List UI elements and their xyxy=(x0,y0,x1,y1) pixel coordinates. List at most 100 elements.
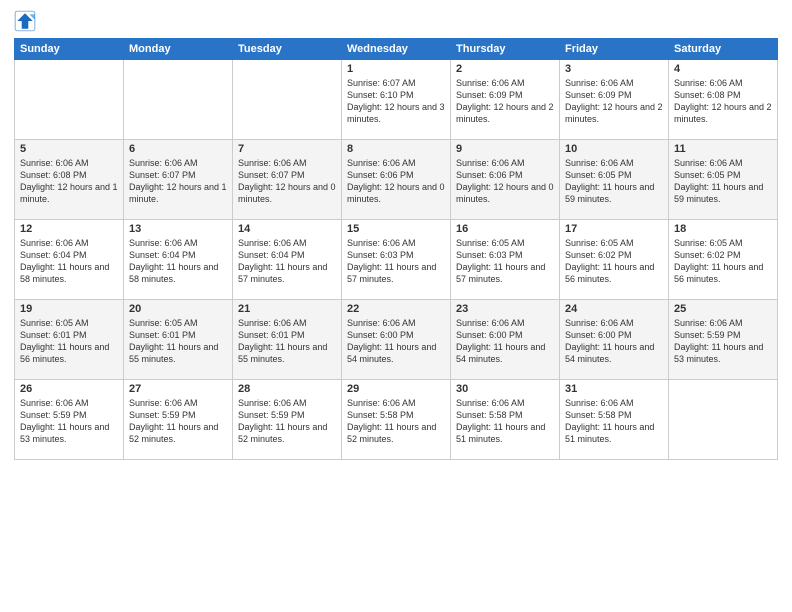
weekday-monday: Monday xyxy=(124,39,233,60)
weekday-saturday: Saturday xyxy=(669,39,778,60)
day-number: 27 xyxy=(129,383,227,395)
day-number: 15 xyxy=(347,223,445,235)
calendar-cell xyxy=(669,380,778,460)
calendar-cell: 28 Sunrise: 6:06 AM Sunset: 5:59 PM Dayli… xyxy=(233,380,342,460)
day-number: 12 xyxy=(20,223,118,235)
day-info: Sunrise: 6:05 AM Sunset: 6:01 PM Dayligh… xyxy=(129,317,227,366)
day-number: 25 xyxy=(674,303,772,315)
day-number: 9 xyxy=(456,143,554,155)
day-info: Sunrise: 6:06 AM Sunset: 5:59 PM Dayligh… xyxy=(238,397,336,446)
day-number: 16 xyxy=(456,223,554,235)
calendar-cell: 23 Sunrise: 6:06 AM Sunset: 6:00 PM Dayli… xyxy=(451,300,560,380)
day-info: Sunrise: 6:05 AM Sunset: 6:01 PM Dayligh… xyxy=(20,317,118,366)
weekday-tuesday: Tuesday xyxy=(233,39,342,60)
week-row-1: 5 Sunrise: 6:06 AM Sunset: 6:08 PM Daylig… xyxy=(15,140,778,220)
calendar-cell xyxy=(124,60,233,140)
day-info: Sunrise: 6:05 AM Sunset: 6:03 PM Dayligh… xyxy=(456,237,554,286)
day-number: 21 xyxy=(238,303,336,315)
day-number: 19 xyxy=(20,303,118,315)
calendar-cell: 13 Sunrise: 6:06 AM Sunset: 6:04 PM Dayli… xyxy=(124,220,233,300)
day-number: 17 xyxy=(565,223,663,235)
day-info: Sunrise: 6:06 AM Sunset: 6:00 PM Dayligh… xyxy=(456,317,554,366)
day-info: Sunrise: 6:06 AM Sunset: 6:05 PM Dayligh… xyxy=(565,157,663,206)
day-info: Sunrise: 6:05 AM Sunset: 6:02 PM Dayligh… xyxy=(674,237,772,286)
day-info: Sunrise: 6:06 AM Sunset: 6:08 PM Dayligh… xyxy=(674,77,772,126)
calendar-table: SundayMondayTuesdayWednesdayThursdayFrid… xyxy=(14,38,778,460)
day-number: 10 xyxy=(565,143,663,155)
day-info: Sunrise: 6:06 AM Sunset: 6:04 PM Dayligh… xyxy=(238,237,336,286)
day-info: Sunrise: 6:06 AM Sunset: 6:00 PM Dayligh… xyxy=(347,317,445,366)
weekday-thursday: Thursday xyxy=(451,39,560,60)
day-info: Sunrise: 6:05 AM Sunset: 6:02 PM Dayligh… xyxy=(565,237,663,286)
weekday-friday: Friday xyxy=(560,39,669,60)
day-info: Sunrise: 6:06 AM Sunset: 5:58 PM Dayligh… xyxy=(456,397,554,446)
calendar-cell: 19 Sunrise: 6:05 AM Sunset: 6:01 PM Dayli… xyxy=(15,300,124,380)
calendar-cell: 6Sunrise: 6:06 AM Sunset: 6:07 PM Daylig… xyxy=(124,140,233,220)
calendar-cell: 31Sunrise: 6:06 AM Sunset: 5:58 PM Dayli… xyxy=(560,380,669,460)
header xyxy=(14,10,778,32)
calendar-cell: 14 Sunrise: 6:06 AM Sunset: 6:04 PM Dayli… xyxy=(233,220,342,300)
day-info: Sunrise: 6:06 AM Sunset: 6:05 PM Dayligh… xyxy=(674,157,772,206)
day-number: 28 xyxy=(238,383,336,395)
calendar-cell: 22Sunrise: 6:06 AM Sunset: 6:00 PM Dayli… xyxy=(342,300,451,380)
calendar-cell: 11 Sunrise: 6:06 AM Sunset: 6:05 PM Dayli… xyxy=(669,140,778,220)
day-info: Sunrise: 6:06 AM Sunset: 6:08 PM Dayligh… xyxy=(20,157,118,206)
day-info: Sunrise: 6:06 AM Sunset: 6:01 PM Dayligh… xyxy=(238,317,336,366)
calendar-cell xyxy=(15,60,124,140)
day-info: Sunrise: 6:06 AM Sunset: 6:00 PM Dayligh… xyxy=(565,317,663,366)
day-number: 29 xyxy=(347,383,445,395)
calendar-cell: 21 Sunrise: 6:06 AM Sunset: 6:01 PM Dayli… xyxy=(233,300,342,380)
calendar-cell: 9 Sunrise: 6:06 AM Sunset: 6:06 PM Daylig… xyxy=(451,140,560,220)
day-number: 8 xyxy=(347,143,445,155)
weekday-sunday: Sunday xyxy=(15,39,124,60)
day-number: 11 xyxy=(674,143,772,155)
calendar-cell: 4 Sunrise: 6:06 AM Sunset: 6:08 PM Daylig… xyxy=(669,60,778,140)
calendar-cell: 17 Sunrise: 6:05 AM Sunset: 6:02 PM Dayli… xyxy=(560,220,669,300)
calendar-cell: 10 Sunrise: 6:06 AM Sunset: 6:05 PM Dayli… xyxy=(560,140,669,220)
day-info: Sunrise: 6:06 AM Sunset: 6:04 PM Dayligh… xyxy=(20,237,118,286)
page: SundayMondayTuesdayWednesdayThursdayFrid… xyxy=(0,0,792,612)
day-number: 5 xyxy=(20,143,118,155)
calendar-cell: 16 Sunrise: 6:05 AM Sunset: 6:03 PM Dayli… xyxy=(451,220,560,300)
day-info: Sunrise: 6:06 AM Sunset: 5:58 PM Dayligh… xyxy=(565,397,663,446)
calendar-cell xyxy=(233,60,342,140)
day-number: 7 xyxy=(238,143,336,155)
day-info: Sunrise: 6:06 AM Sunset: 5:58 PM Dayligh… xyxy=(347,397,445,446)
day-number: 3 xyxy=(565,63,663,75)
calendar-cell: 25 Sunrise: 6:06 AM Sunset: 5:59 PM Dayli… xyxy=(669,300,778,380)
day-number: 4 xyxy=(674,63,772,75)
calendar-cell: 20 Sunrise: 6:05 AM Sunset: 6:01 PM Dayli… xyxy=(124,300,233,380)
day-info: Sunrise: 6:06 AM Sunset: 5:59 PM Dayligh… xyxy=(20,397,118,446)
day-number: 14 xyxy=(238,223,336,235)
week-row-4: 26 Sunrise: 6:06 AM Sunset: 5:59 PM Dayli… xyxy=(15,380,778,460)
calendar-cell: 8 Sunrise: 6:06 AM Sunset: 6:06 PM Daylig… xyxy=(342,140,451,220)
calendar-cell: 15 Sunrise: 6:06 AM Sunset: 6:03 PM Dayli… xyxy=(342,220,451,300)
calendar-cell: 27Sunrise: 6:06 AM Sunset: 5:59 PM Dayli… xyxy=(124,380,233,460)
day-number: 26 xyxy=(20,383,118,395)
week-row-0: 1Sunrise: 6:07 AM Sunset: 6:10 PM Daylig… xyxy=(15,60,778,140)
calendar-cell: 2 Sunrise: 6:06 AM Sunset: 6:09 PM Daylig… xyxy=(451,60,560,140)
week-row-3: 19 Sunrise: 6:05 AM Sunset: 6:01 PM Dayli… xyxy=(15,300,778,380)
day-info: Sunrise: 6:06 AM Sunset: 6:03 PM Dayligh… xyxy=(347,237,445,286)
day-info: Sunrise: 6:06 AM Sunset: 5:59 PM Dayligh… xyxy=(674,317,772,366)
day-number: 24 xyxy=(565,303,663,315)
day-info: Sunrise: 6:06 AM Sunset: 6:04 PM Dayligh… xyxy=(129,237,227,286)
day-number: 13 xyxy=(129,223,227,235)
day-number: 20 xyxy=(129,303,227,315)
weekday-wednesday: Wednesday xyxy=(342,39,451,60)
calendar-cell: 1Sunrise: 6:07 AM Sunset: 6:10 PM Daylig… xyxy=(342,60,451,140)
day-info: Sunrise: 6:06 AM Sunset: 6:06 PM Dayligh… xyxy=(347,157,445,206)
logo-icon xyxy=(14,10,36,32)
logo xyxy=(14,10,39,32)
day-info: Sunrise: 6:06 AM Sunset: 6:06 PM Dayligh… xyxy=(456,157,554,206)
day-number: 2 xyxy=(456,63,554,75)
day-number: 6 xyxy=(129,143,227,155)
calendar-cell: 3Sunrise: 6:06 AM Sunset: 6:09 PM Daylig… xyxy=(560,60,669,140)
day-number: 23 xyxy=(456,303,554,315)
week-row-2: 12 Sunrise: 6:06 AM Sunset: 6:04 PM Dayli… xyxy=(15,220,778,300)
calendar-cell: 24 Sunrise: 6:06 AM Sunset: 6:00 PM Dayli… xyxy=(560,300,669,380)
calendar-cell: 18Sunrise: 6:05 AM Sunset: 6:02 PM Dayli… xyxy=(669,220,778,300)
day-info: Sunrise: 6:06 AM Sunset: 6:09 PM Dayligh… xyxy=(456,77,554,126)
calendar-cell: 30Sunrise: 6:06 AM Sunset: 5:58 PM Dayli… xyxy=(451,380,560,460)
day-number: 1 xyxy=(347,63,445,75)
